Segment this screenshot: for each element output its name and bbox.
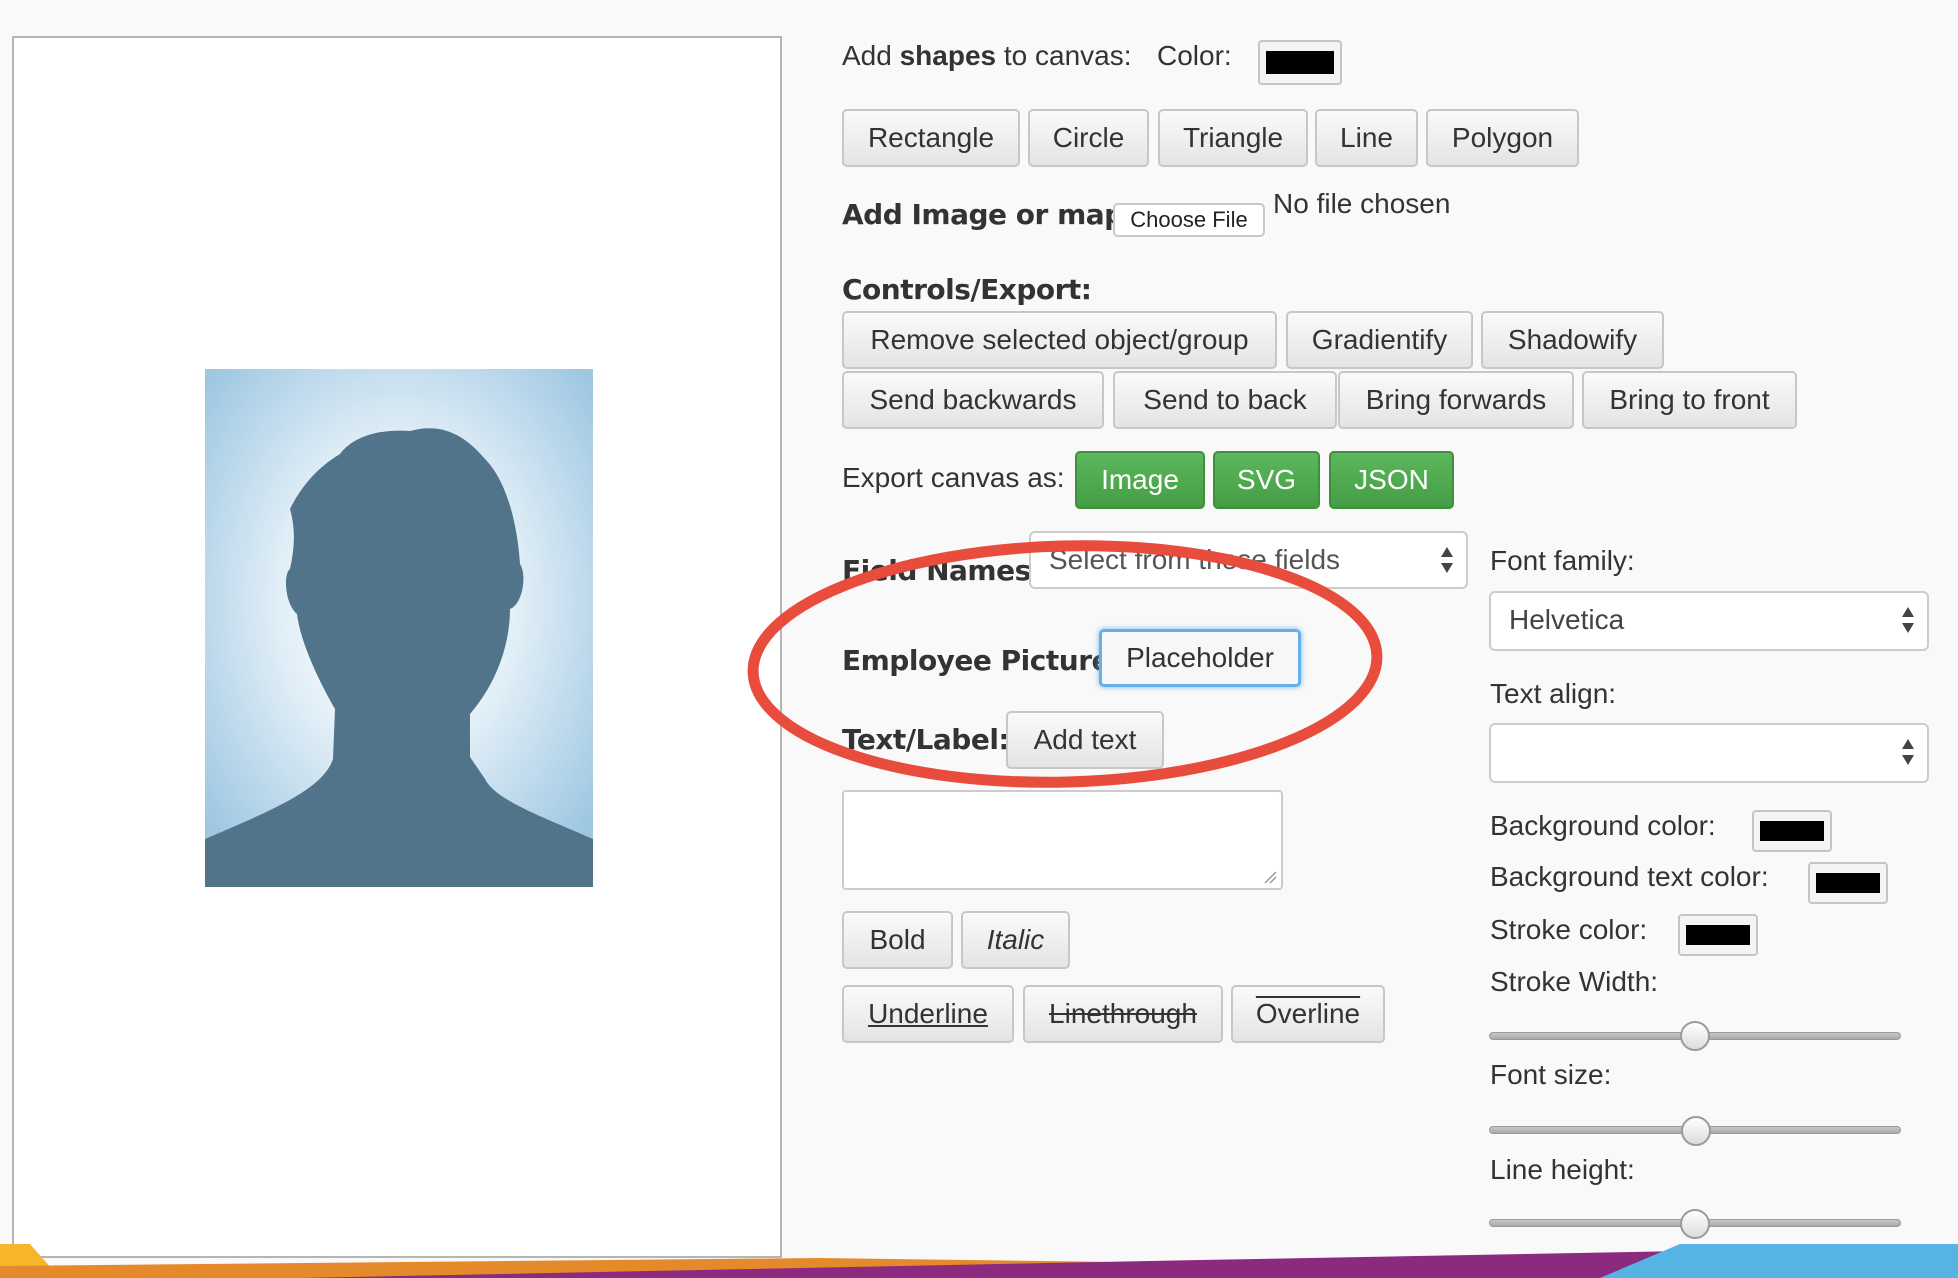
italic-button[interactable]: Italic (961, 911, 1070, 969)
line-button[interactable]: Line (1315, 109, 1418, 167)
add-image-label: Add Image or map: (842, 198, 1135, 231)
resize-handle-icon[interactable] (1263, 870, 1277, 884)
background-color-picker[interactable] (1752, 810, 1832, 852)
bring-forwards-button[interactable]: Bring forwards (1338, 371, 1574, 429)
circle-button[interactable]: Circle (1028, 109, 1149, 167)
stroke-width-slider-thumb[interactable] (1680, 1021, 1710, 1051)
text-align-select[interactable] (1489, 723, 1929, 783)
text-label-label: Text/Label: (842, 723, 1010, 756)
stroke-color-label: Stroke color: (1490, 914, 1648, 945)
choose-file-button[interactable]: Choose File (1113, 203, 1265, 237)
font-size-slider-thumb[interactable] (1681, 1116, 1711, 1146)
background-text-color-label: Background text color: (1490, 861, 1769, 892)
background-text-color-picker[interactable] (1808, 862, 1888, 904)
field-names-select[interactable]: Select from these fields (1029, 531, 1468, 589)
rectangle-button[interactable]: Rectangle (842, 109, 1020, 167)
shapes-label: Add shapes to canvas: (842, 40, 1132, 71)
bottom-decorative-stripe (0, 1244, 1958, 1278)
placeholder-avatar-image[interactable] (205, 369, 593, 887)
linethrough-button[interactable]: Linethrough (1023, 985, 1223, 1043)
font-size-label: Font size: (1490, 1059, 1612, 1090)
polygon-button[interactable]: Polygon (1426, 109, 1579, 167)
stroke-width-label: Stroke Width: (1490, 966, 1659, 997)
gradientify-button[interactable]: Gradientify (1286, 311, 1473, 369)
select-arrows-icon (1441, 547, 1453, 573)
overline-button[interactable]: Overline (1231, 985, 1385, 1043)
text-input-area[interactable] (842, 790, 1283, 890)
remove-selected-button[interactable]: Remove selected object/group (842, 311, 1277, 369)
line-height-label: Line height: (1490, 1154, 1635, 1185)
shape-color-picker[interactable] (1258, 40, 1342, 85)
send-backwards-button[interactable]: Send backwards (842, 371, 1104, 429)
line-height-slider-thumb[interactable] (1680, 1209, 1710, 1239)
background-color-label: Background color: (1490, 810, 1716, 841)
drawing-canvas[interactable] (12, 36, 782, 1258)
bold-button[interactable]: Bold (842, 911, 953, 969)
shadowify-button[interactable]: Shadowify (1481, 311, 1664, 369)
select-arrows-icon (1902, 739, 1914, 765)
font-family-select[interactable]: Helvetica (1489, 591, 1929, 651)
export-image-button[interactable]: Image (1075, 451, 1205, 509)
employee-picture-label: Employee Picture: (842, 644, 1121, 677)
field-names-label: Field Names: (842, 554, 1042, 587)
export-svg-button[interactable]: SVG (1213, 451, 1320, 509)
add-text-button[interactable]: Add text (1006, 711, 1164, 769)
bring-to-front-button[interactable]: Bring to front (1582, 371, 1797, 429)
no-file-chosen-text: No file chosen (1273, 188, 1451, 219)
font-family-label: Font family: (1490, 545, 1635, 576)
send-to-back-button[interactable]: Send to back (1113, 371, 1337, 429)
select-arrows-icon (1902, 607, 1914, 633)
underline-button[interactable]: Underline (842, 985, 1014, 1043)
text-align-label: Text align: (1490, 678, 1617, 709)
controls-export-label: Controls/Export: (842, 273, 1092, 306)
export-json-button[interactable]: JSON (1329, 451, 1454, 509)
placeholder-button[interactable]: Placeholder (1099, 629, 1301, 687)
stroke-color-picker[interactable] (1678, 914, 1758, 956)
color-label: Color: (1157, 40, 1232, 71)
triangle-button[interactable]: Triangle (1158, 109, 1308, 167)
export-canvas-label: Export canvas as: (842, 462, 1065, 493)
